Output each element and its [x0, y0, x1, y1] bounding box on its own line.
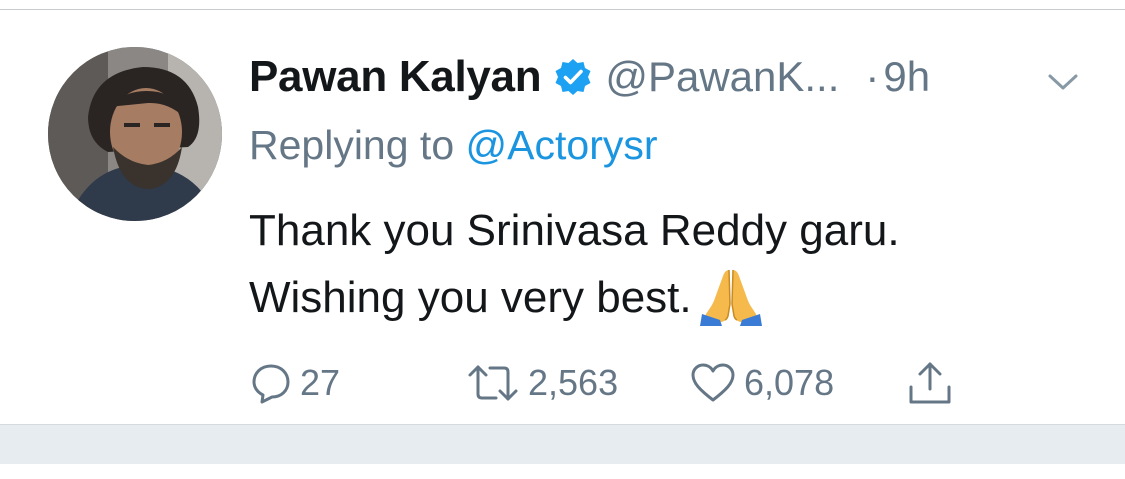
tweet-text-line-1: Thank you Srinivasa Reddy garu. [249, 206, 900, 255]
retweet-icon[interactable] [466, 362, 520, 404]
handle[interactable]: @PawanK... [605, 53, 839, 101]
tweet-header: Pawan Kalyan @PawanK... · 9h [249, 48, 930, 106]
tweet[interactable]: Pawan Kalyan @PawanK... · 9h Replying to… [0, 10, 1125, 424]
folded-hands-icon [699, 264, 762, 326]
replying-to-label: Replying to [249, 122, 455, 168]
like-count: 6,078 [744, 362, 835, 403]
tweet-actions: 27 2,563 6,078 [0, 358, 1125, 408]
reply-icon[interactable] [250, 362, 292, 404]
share-icon[interactable] [906, 359, 954, 407]
heart-icon[interactable] [690, 362, 736, 404]
timeline-separator [0, 424, 1125, 465]
display-name[interactable]: Pawan Kalyan [249, 52, 542, 102]
avatar[interactable] [48, 47, 222, 221]
replying-to: Replying to @Actorysr [249, 122, 658, 169]
tweet-text: Thank you Srinivasa Reddy garu. Wishing … [249, 198, 1089, 331]
tweet-text-line-2-wrap: Wishing you very best. [249, 264, 1089, 331]
retweet-action[interactable]: 2,563 [466, 358, 618, 408]
reply-action[interactable]: 27 [250, 358, 340, 408]
share-action[interactable] [906, 358, 954, 408]
timestamp[interactable]: 9h [883, 53, 930, 101]
retweet-count: 2,563 [528, 362, 619, 403]
verified-badge-icon [553, 57, 593, 97]
separator-dot: · [865, 53, 880, 100]
like-action[interactable]: 6,078 [690, 358, 834, 408]
avatar-image [48, 47, 222, 221]
tweet-text-line-2: Wishing you very best. [249, 273, 692, 322]
next-tweet-area [0, 464, 1125, 479]
reply-count: 27 [300, 362, 341, 403]
chevron-down-icon[interactable] [1046, 70, 1080, 94]
replying-to-handle-link[interactable]: @Actorysr [466, 122, 658, 168]
